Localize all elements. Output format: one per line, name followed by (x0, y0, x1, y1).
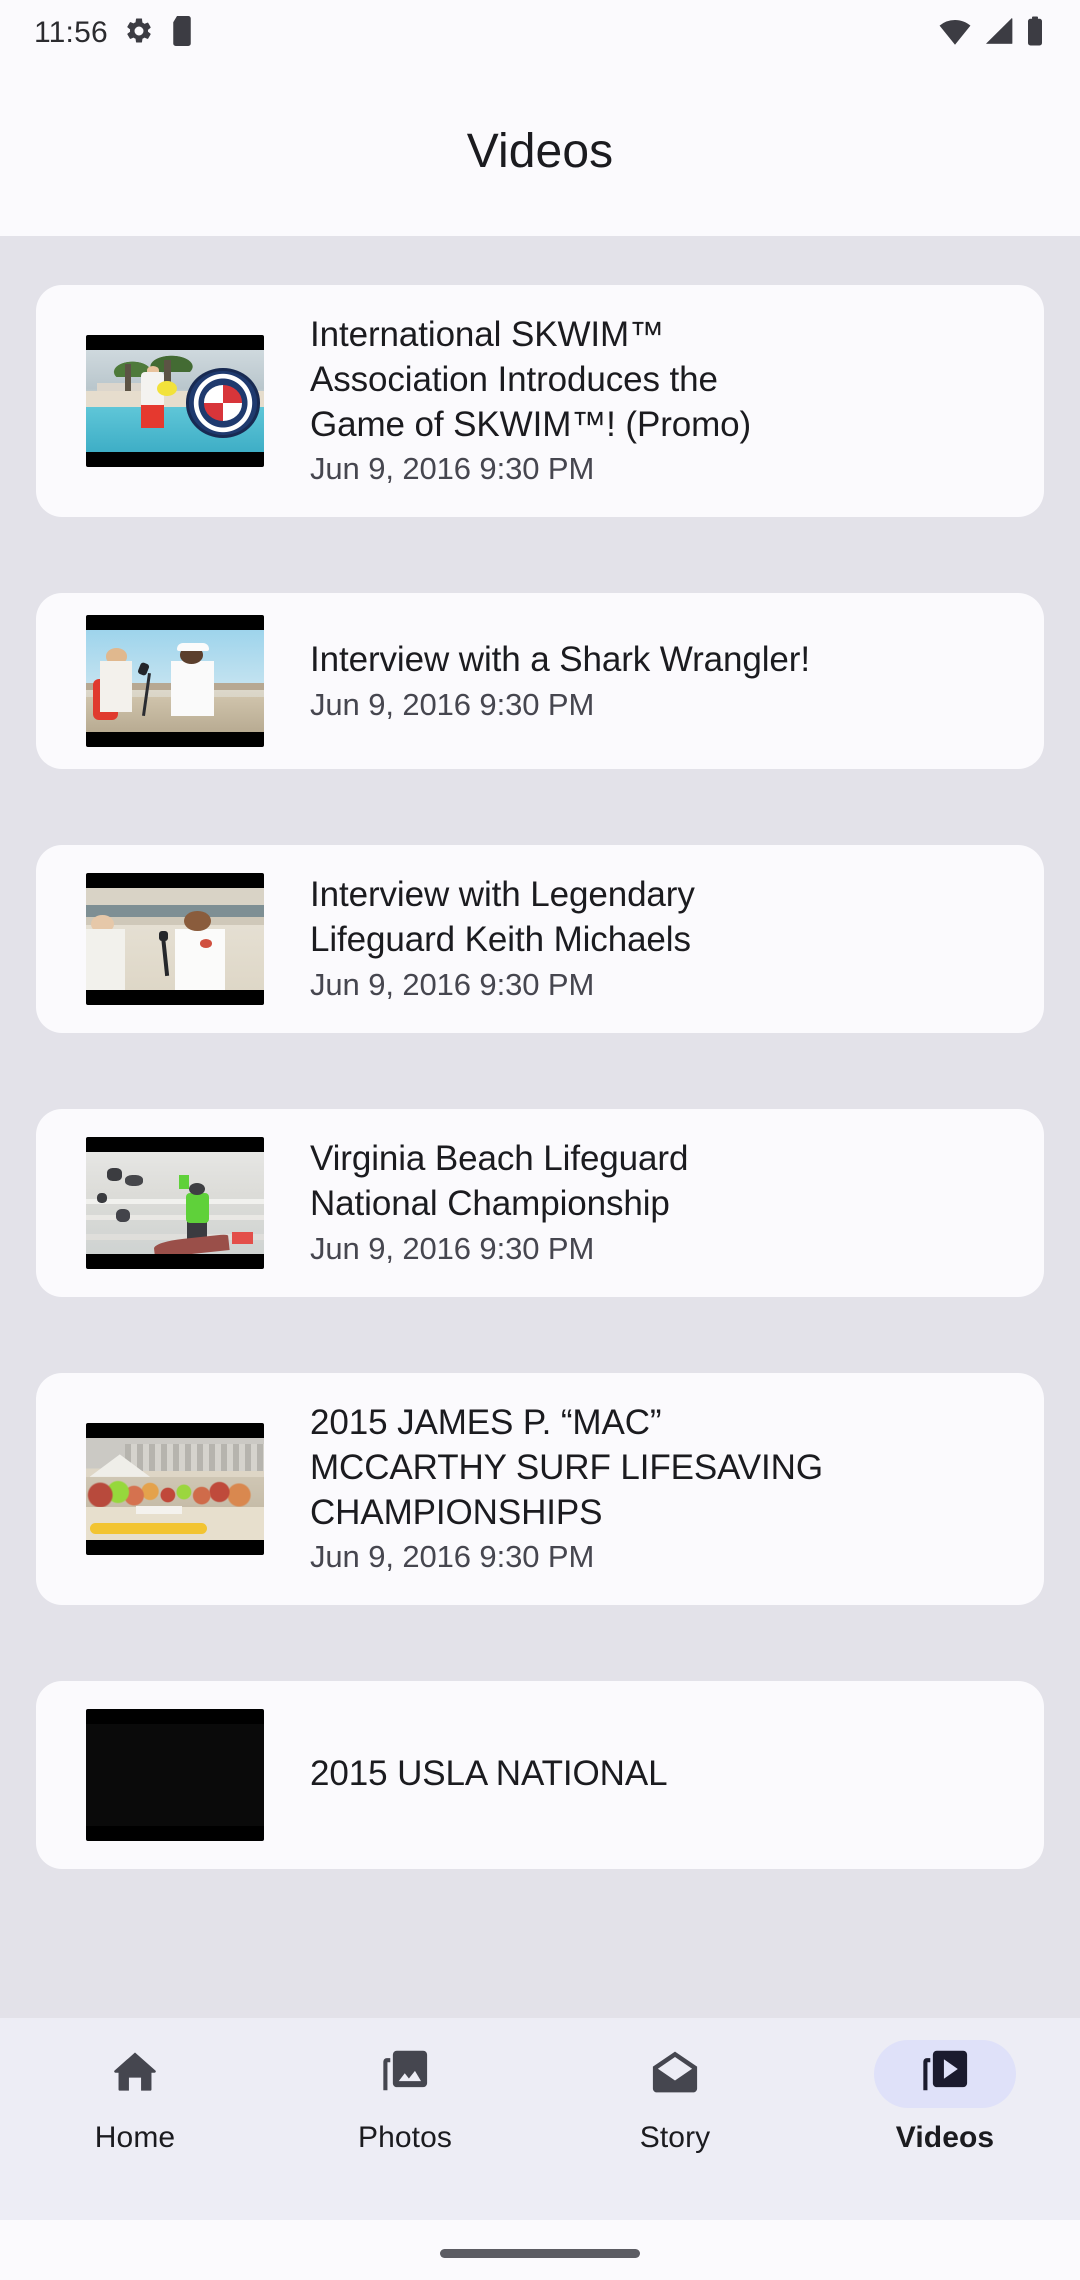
video-thumbnail (86, 1423, 264, 1556)
video-thumbnail (86, 873, 264, 1006)
gear-icon (124, 16, 154, 51)
nav-item-home[interactable]: Home (15, 2040, 255, 2155)
gesture-nav-area (0, 2220, 1080, 2280)
video-meta: 2015 JAMES P. “MAC” MCCARTHY SURF LIFESA… (310, 1401, 1014, 1577)
video-date: Jun 9, 2016 9:30 PM (310, 686, 595, 722)
video-date: Jun 9, 2016 9:30 PM (310, 967, 595, 1003)
video-date: Jun 9, 2016 9:30 PM (310, 1539, 595, 1575)
nav-pill-story (604, 2040, 746, 2108)
battery-icon (1026, 16, 1044, 51)
video-title: 2015 JAMES P. “MAC” MCCARTHY SURF LIFESA… (310, 1403, 823, 1532)
video-title: Virginia Beach Lifeguard National Champi… (310, 1139, 689, 1224)
video-list-item[interactable]: International SKWIM™ Association Introdu… (36, 285, 1044, 518)
video-thumbnail (86, 1137, 264, 1270)
video-meta: Virginia Beach Lifeguard National Champi… (310, 1137, 1014, 1268)
video-meta: Interview with Legendary Lifeguard Keith… (310, 873, 1014, 1004)
nav-pill-home (64, 2040, 206, 2108)
video-list-item[interactable]: 2015 USLA NATIONAL (36, 1681, 1044, 1870)
page-title: Videos (466, 124, 614, 178)
bottom-navigation-bar: Home Photos Story Videos (0, 2018, 1080, 2220)
video-title: Interview with a Shark Wrangler! (310, 639, 810, 679)
mail-open-icon (649, 2046, 701, 2103)
video-list-item[interactable]: Interview with Legendary Lifeguard Keith… (36, 845, 1044, 1034)
gesture-handle[interactable] (440, 2249, 640, 2258)
cellular-signal-icon (983, 16, 1015, 51)
nav-item-story[interactable]: Story (555, 2040, 795, 2155)
nav-label-videos: Videos (895, 2121, 995, 2154)
status-bar-left: 11:56 (34, 15, 194, 51)
wifi-icon (938, 16, 972, 51)
nav-item-photos[interactable]: Photos (285, 2040, 525, 2155)
video-list-item[interactable]: Virginia Beach Lifeguard National Champi… (36, 1109, 1044, 1298)
nav-label-story: Story (639, 2121, 711, 2154)
video-list[interactable]: International SKWIM™ Association Introdu… (0, 236, 1080, 2018)
nav-label-home: Home (94, 2121, 176, 2154)
app-bar: Videos (0, 66, 1080, 236)
nav-pill-photos (334, 2040, 476, 2108)
video-title: 2015 USLA NATIONAL (310, 1753, 668, 1793)
video-list-item[interactable]: Interview with a Shark Wrangler! Jun 9, … (36, 593, 1044, 770)
nav-pill-videos (874, 2040, 1016, 2108)
video-thumbnail (86, 335, 264, 468)
nav-label-photos: Photos (358, 2121, 452, 2154)
video-meta: Interview with a Shark Wrangler! Jun 9, … (310, 638, 1014, 724)
video-library-icon (919, 2046, 971, 2103)
app-screen: 11:56 Videos International SKWIM™ Associ… (0, 0, 1080, 2280)
status-bar: 11:56 (0, 0, 1080, 66)
nav-item-videos[interactable]: Videos (825, 2040, 1065, 2155)
video-list-item[interactable]: 2015 JAMES P. “MAC” MCCARTHY SURF LIFESA… (36, 1373, 1044, 1606)
video-meta: 2015 USLA NATIONAL (310, 1752, 1014, 1799)
video-title: Interview with Legendary Lifeguard Keith… (310, 875, 695, 960)
video-date: Jun 9, 2016 9:30 PM (310, 451, 595, 487)
status-bar-right (938, 16, 1044, 51)
video-title: International SKWIM™ Association Introdu… (310, 315, 752, 444)
video-thumbnail (86, 615, 264, 748)
photo-library-icon (379, 2046, 431, 2103)
status-bar-clock: 11:56 (34, 16, 108, 49)
video-date: Jun 9, 2016 9:30 PM (310, 1231, 595, 1267)
video-meta: International SKWIM™ Association Introdu… (310, 313, 1014, 489)
sd-card-icon (170, 15, 194, 51)
video-thumbnail (86, 1709, 264, 1842)
home-icon (109, 2046, 161, 2103)
